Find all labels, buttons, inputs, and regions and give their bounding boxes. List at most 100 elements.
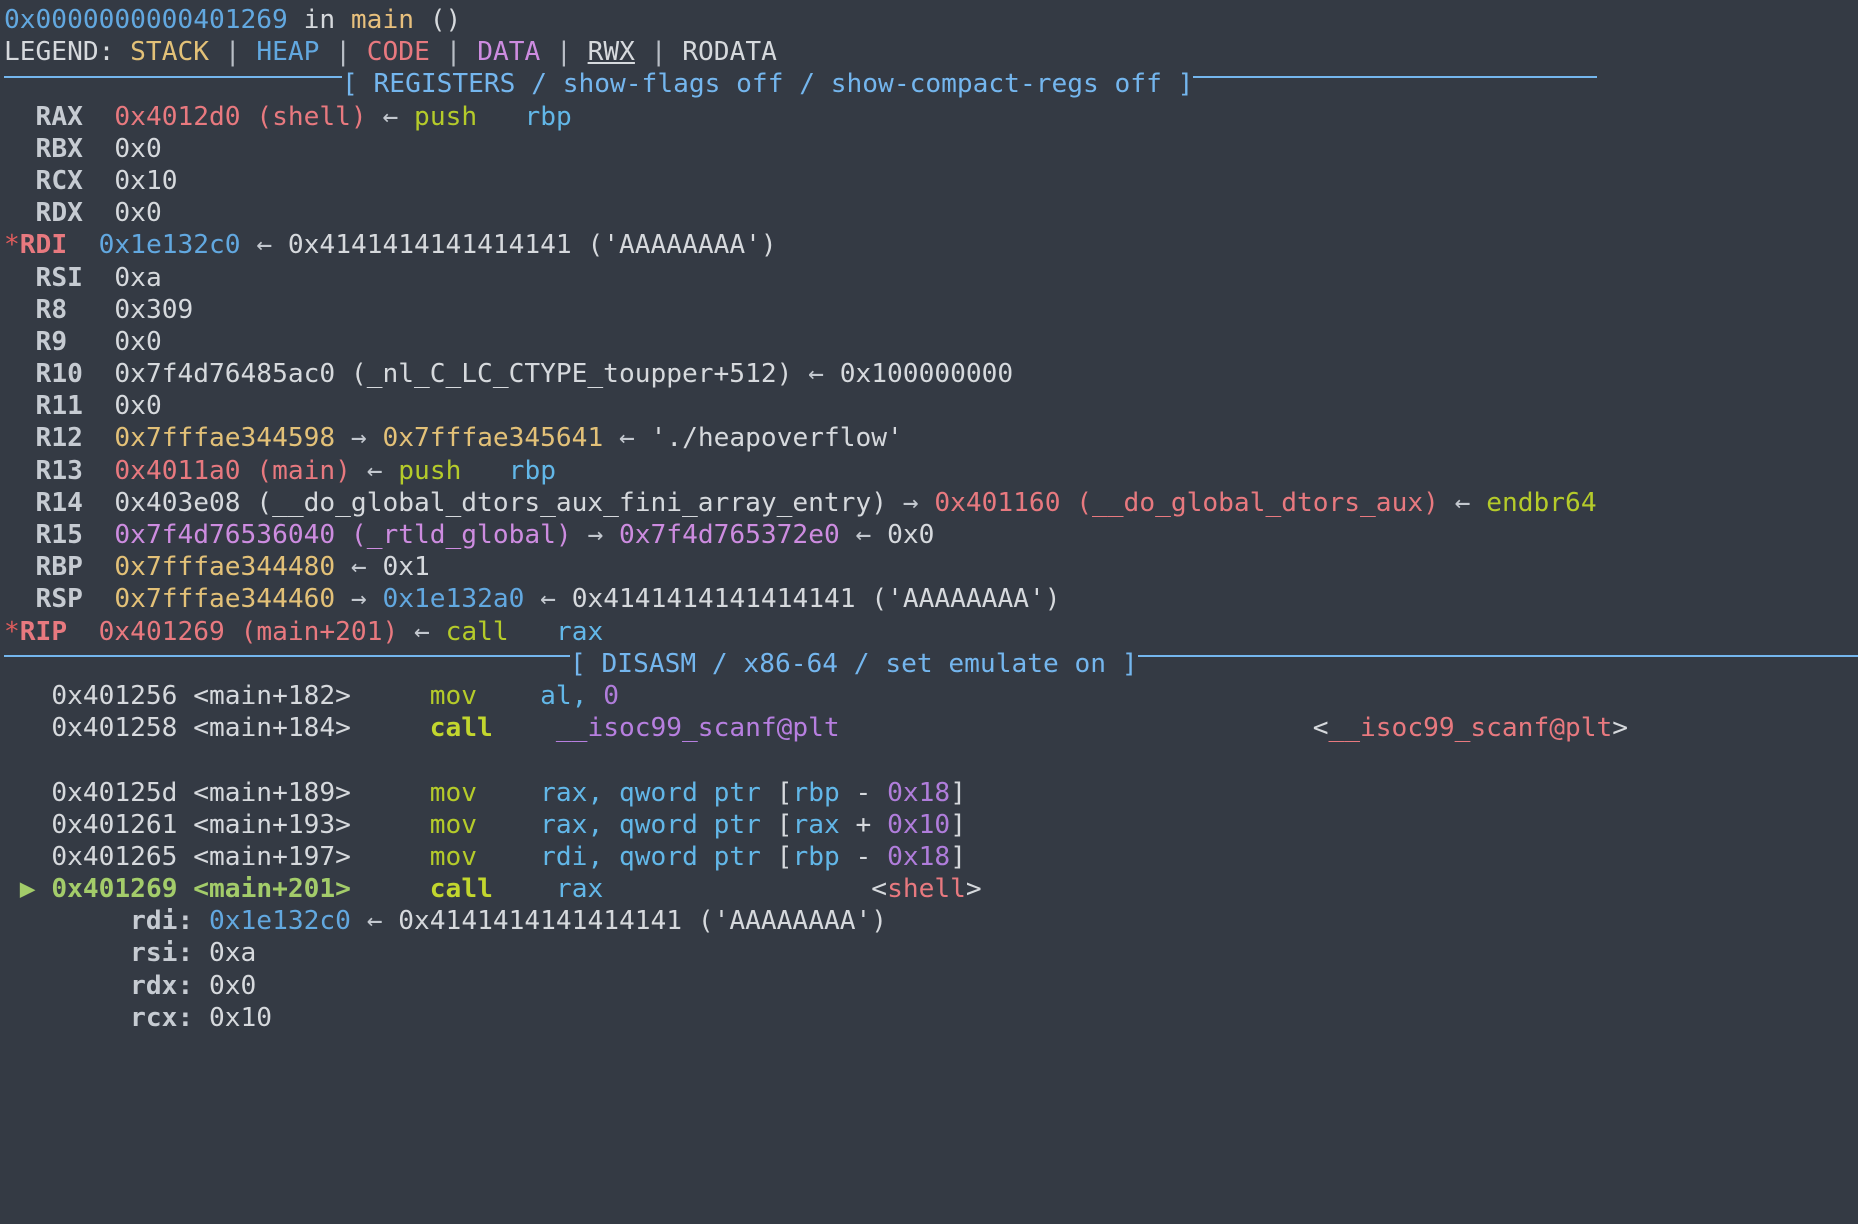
disasm-row[interactable]: 0x401265 <main+197> mov rdi, qword ptr [… xyxy=(0,841,1858,873)
disasm-operand-immediate: 0 xyxy=(603,680,620,711)
call-arg-name: rdi: xyxy=(130,906,194,937)
disasm-annotation: __isoc99_scanf@plt xyxy=(1328,713,1613,744)
disasm-banner: [ DISASM / x86-64 / set emulate on ] xyxy=(0,648,1858,680)
register-value-rsp-addr: 0x7fffae344460 xyxy=(114,584,336,615)
disasm-base-register: rax xyxy=(792,809,840,840)
disasm-call-target[interactable]: __isoc99_scanf@plt xyxy=(556,713,840,743)
left-arrow-icon: ← xyxy=(540,584,556,615)
stop-parens: () xyxy=(429,5,462,35)
register-rip-operand: rax xyxy=(555,616,604,647)
disasm-base-register: rbp xyxy=(792,777,840,808)
register-row-r12: R12 0x7fffae344598 → 0x7fffae345641 ← '.… xyxy=(0,422,1858,454)
banner-rule-left xyxy=(4,75,342,78)
terminal-screen: 0x0000000000401269 in main () LEGEND: ST… xyxy=(0,0,1858,1224)
left-arrow-icon: ← xyxy=(256,230,273,261)
legend-sep-2: | xyxy=(335,37,351,68)
disasm-ptr-size: qword ptr xyxy=(619,809,761,840)
register-name-r14: R14 xyxy=(35,487,83,518)
register-name-rip: RIP xyxy=(19,616,68,647)
left-arrow-icon: ← xyxy=(855,520,872,550)
register-r13-operand: rbp xyxy=(508,455,556,486)
disasm-mnemonic: mov xyxy=(429,841,478,872)
disasm-address: 0x401261 xyxy=(51,809,178,840)
register-row-rbp: RBP 0x7fffae344480 ← 0x1 xyxy=(0,551,1858,583)
register-row-rcx: RCX 0x10 xyxy=(0,165,1858,197)
bracket-close: ] xyxy=(950,809,966,840)
register-name-r9: R9 xyxy=(35,326,68,357)
register-value-rip-sym: (main+201) xyxy=(240,616,399,647)
banner-rule-right xyxy=(1137,655,1858,658)
register-row-r14: R14 0x403e08 (__do_global_dtors_aux_fini… xyxy=(0,487,1858,519)
disasm-row[interactable]: 0x401258 <main+184> call __isoc99_scanf@… xyxy=(0,712,1858,744)
disasm-row-current[interactable]: ▶ 0x401269 <main+201> call rax <shell> xyxy=(0,873,1858,905)
left-arrow-icon: ← xyxy=(808,359,824,390)
disasm-symbol: <main+197> xyxy=(193,841,351,872)
register-name-r12: R12 xyxy=(35,423,83,454)
disasm-row[interactable]: 0x401256 <main+182> mov al, 0 xyxy=(0,680,1858,712)
register-value-rcx: 0x10 xyxy=(114,165,178,196)
in-keyword: in xyxy=(303,5,336,35)
register-name-rdi: RDI xyxy=(19,230,68,261)
legend-item-code: CODE xyxy=(366,37,430,68)
register-rax-mnemonic: push xyxy=(414,101,478,132)
left-arrow-icon: ← xyxy=(382,101,399,132)
bracket-close: ] xyxy=(950,841,966,872)
call-arg-row-rsi: rsi: 0xa xyxy=(0,937,1858,969)
register-row-rdi: *RDI 0x1e132c0 ← 0x4141414141414141 ('AA… xyxy=(0,229,1858,261)
disasm-symbol: <main+182> xyxy=(193,680,351,711)
register-value-r9: 0x0 xyxy=(114,326,162,357)
register-row-r10: R10 0x7f4d76485ac0 (_nl_C_LC_CTYPE_toupp… xyxy=(0,358,1858,390)
register-r13-mnemonic: push xyxy=(398,455,462,486)
disasm-displacement: 0x18 xyxy=(887,777,951,808)
register-value-r12-addr: 0x7fffae344598 xyxy=(114,423,336,454)
disasm-address: 0x401265 xyxy=(51,841,178,872)
register-value-r15-sym: (_rtld_global) xyxy=(350,520,572,550)
disasm-row[interactable]: 0x40125d <main+189> mov rax, qword ptr [… xyxy=(0,777,1858,809)
call-arg-value: 0xa xyxy=(209,938,257,969)
register-rip-mnemonic: call xyxy=(445,616,509,647)
stop-address: 0x0000000000401269 xyxy=(4,5,288,35)
legend-sep-1: | xyxy=(224,37,241,68)
disasm-row[interactable]: 0x401261 <main+193> mov rax, qword ptr [… xyxy=(0,809,1858,841)
register-value-rsp-qword: 0x4141414141414141 xyxy=(571,584,856,615)
right-arrow-icon: → xyxy=(902,487,919,518)
disasm-operand-register: rax, xyxy=(540,809,604,840)
register-value-r12-addr2: 0x7fffae345641 xyxy=(382,423,604,454)
call-arg-name: rdx: xyxy=(130,970,194,1001)
legend-sep-3: | xyxy=(445,37,462,68)
register-value-r15-addr2: 0x7f4d765372e0 xyxy=(619,520,840,550)
right-arrow-icon: → xyxy=(587,520,604,550)
register-value-r14-sym2: (__do_global_dtors_aux) xyxy=(1076,487,1439,518)
right-arrow-icon: → xyxy=(350,584,367,615)
register-value-rsp-addr2: 0x1e132a0 xyxy=(382,584,525,615)
register-row-r15: R15 0x7f4d76536040 (_rtld_global) → 0x7f… xyxy=(0,519,1858,551)
left-arrow-icon: ← xyxy=(350,552,367,583)
register-row-r8: R8 0x309 xyxy=(0,294,1858,326)
register-name-rax: RAX xyxy=(35,101,83,132)
register-value-rsp-ascii: ('AAAAAAAA') xyxy=(871,584,1061,615)
register-name-rsi: RSI xyxy=(35,262,83,293)
register-value-rdi-qword: 0x4141414141414141 xyxy=(287,230,572,261)
register-name-rbx: RBX xyxy=(35,133,83,164)
register-name-r10: R10 xyxy=(35,359,83,390)
register-name-rdx: RDX xyxy=(35,198,83,229)
disasm-disp-sign: - xyxy=(855,841,872,872)
left-arrow-icon: ← xyxy=(414,616,430,647)
register-value-r10-target: 0x100000000 xyxy=(839,359,1014,390)
register-row-rsp: RSP 0x7fffae344460 → 0x1e132a0 ← 0x41414… xyxy=(0,583,1858,615)
register-row-r9: R9 0x0 xyxy=(0,326,1858,358)
bracket-open: [ xyxy=(760,809,793,840)
changed-register-marker: * xyxy=(4,230,20,261)
legend-item-rodata: RODATA xyxy=(682,37,777,68)
legend-item-stack: STACK xyxy=(130,37,209,68)
disasm-banner-text: [ DISASM / x86-64 / set emulate on ] xyxy=(570,648,1138,679)
register-row-rbx: RBX 0x0 xyxy=(0,133,1858,165)
register-value-r11: 0x0 xyxy=(114,391,162,422)
call-arg-name: rsi: xyxy=(130,938,194,969)
register-value-rbx: 0x0 xyxy=(114,133,162,164)
register-name-r15: R15 xyxy=(35,520,83,550)
register-row-rdx: RDX 0x0 xyxy=(0,197,1858,229)
call-target-bracket-close: > xyxy=(1612,713,1629,744)
call-arg-name: rcx: xyxy=(130,1002,194,1033)
register-value-r14-sym: (__do_global_dtors_aux_fini_array_entry) xyxy=(256,487,887,518)
